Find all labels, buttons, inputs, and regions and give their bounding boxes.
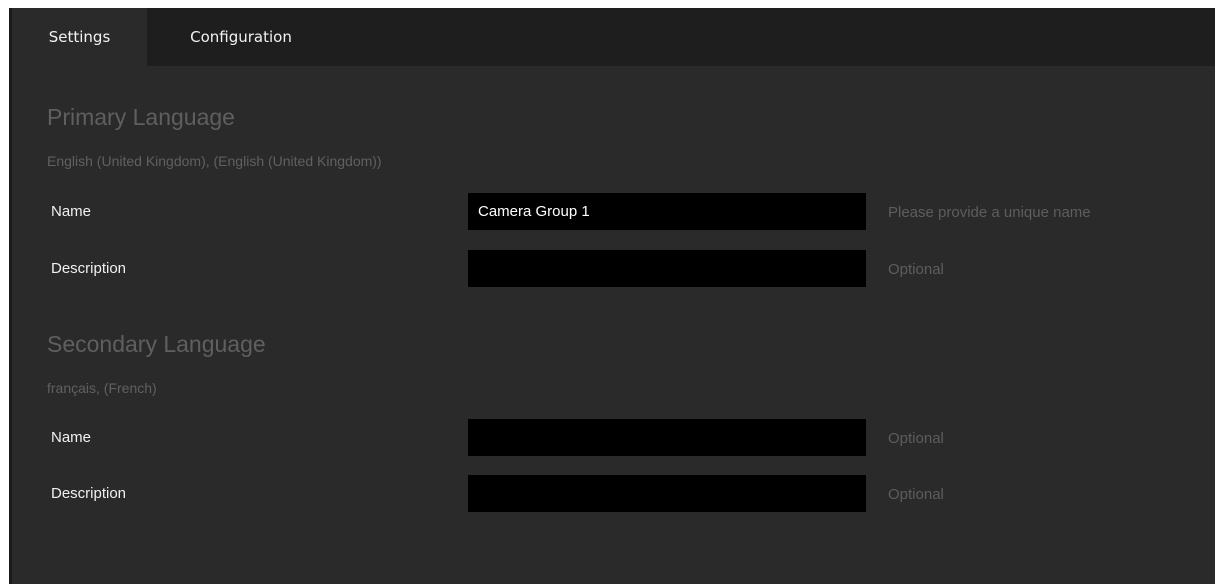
secondary-description-label: Description xyxy=(51,485,127,502)
secondary-description-hint: Optional xyxy=(888,486,944,503)
secondary-language-heading: Secondary Language xyxy=(47,331,266,357)
primary-name-label: Name xyxy=(51,203,92,220)
primary-description-hint: Optional xyxy=(888,261,944,278)
primary-language-heading: Primary Language xyxy=(47,104,235,130)
secondary-language-name: français, (French) xyxy=(47,380,157,396)
secondary-name-label: Name xyxy=(51,429,92,446)
primary-description-label: Description xyxy=(51,260,127,277)
primary-description-input[interactable] xyxy=(468,250,866,287)
secondary-name-input[interactable] xyxy=(468,419,866,456)
tab-settings[interactable]: Settings xyxy=(12,8,147,66)
secondary-name-hint: Optional xyxy=(888,430,944,447)
tab-bar: Settings Configuration xyxy=(9,8,1215,66)
settings-panel: Settings Configuration Primary Language … xyxy=(9,8,1215,584)
primary-name-input[interactable] xyxy=(468,193,866,230)
primary-name-hint: Please provide a unique name xyxy=(888,204,1091,221)
tab-configuration[interactable]: Configuration xyxy=(147,8,335,66)
primary-language-name: English (United Kingdom), (English (Unit… xyxy=(47,153,382,169)
panel-left-edge xyxy=(9,8,12,584)
secondary-description-input[interactable] xyxy=(468,475,866,512)
